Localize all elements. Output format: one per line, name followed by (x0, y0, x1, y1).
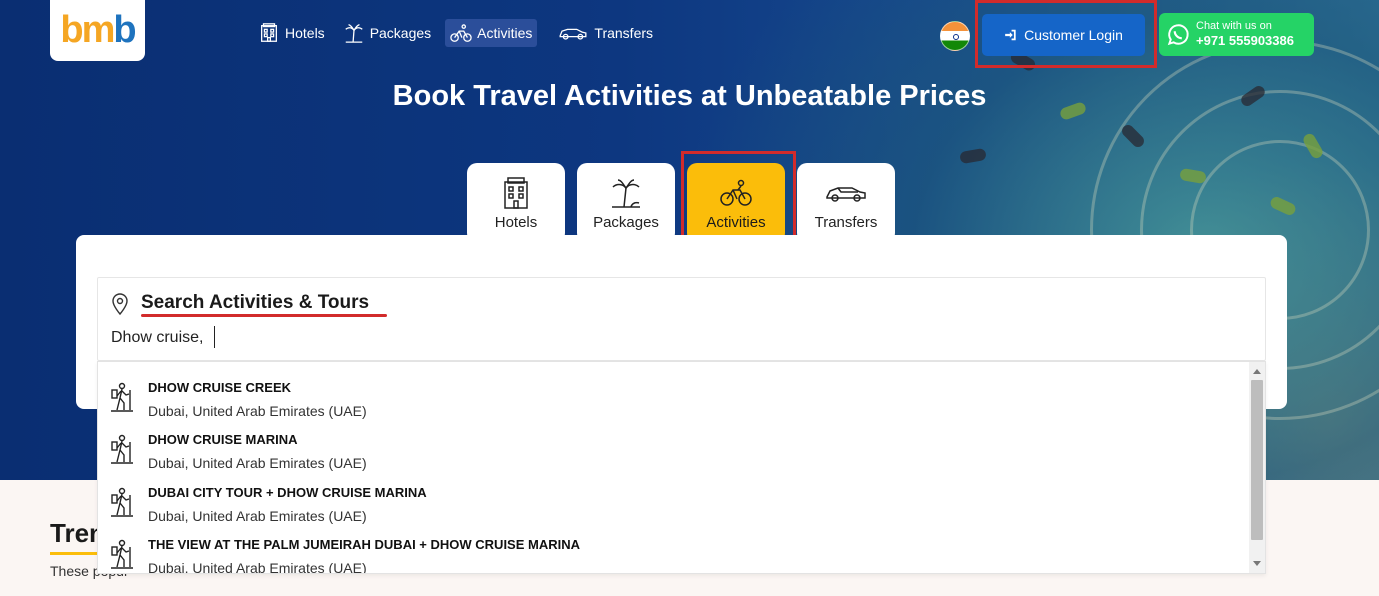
logo-text-part2: b (113, 9, 136, 51)
hero-headline: Book Travel Activities at Unbeatable Pri… (392, 80, 987, 112)
result-location: Dubai, United Arab Emirates (UAE) (148, 560, 367, 574)
hiker-icon (111, 382, 133, 412)
highlight-underline (141, 314, 387, 317)
top-navigation: Hotels Packages Activities Transfers (254, 19, 657, 47)
hotel-icon (504, 176, 528, 209)
whatsapp-icon (1167, 23, 1189, 45)
search-input[interactable] (111, 326, 711, 350)
nav-transfers[interactable]: Transfers (553, 19, 657, 47)
login-icon (1005, 29, 1016, 41)
nav-activities-label: Activities (477, 25, 533, 41)
car-icon (826, 186, 866, 202)
tab-hotels[interactable]: Hotels (467, 163, 565, 243)
list-item[interactable]: DHOW CRUISE MARINA Dubai, United Arab Em… (98, 414, 1248, 471)
result-title: DUBAI CITY TOUR + DHOW CRUISE MARINA (148, 485, 427, 500)
scroll-up-arrow-icon[interactable] (1253, 369, 1261, 374)
customer-login-label: Customer Login (1024, 27, 1123, 43)
nav-hotels[interactable]: Hotels (254, 19, 329, 47)
hiker-icon (111, 487, 133, 517)
hotel-icon (261, 23, 277, 42)
hiker-icon (111, 539, 133, 569)
palm-tree-icon (344, 24, 363, 43)
list-item[interactable]: THE VIEW AT THE PALM JUMEIRAH DUBAI + DH… (98, 519, 1248, 574)
nav-packages-label: Packages (369, 25, 432, 41)
search-suggestions-dropdown: DHOW CRUISE CREEK Dubai, United Arab Emi… (97, 361, 1266, 574)
nav-transfers-label: Transfers (594, 25, 654, 41)
tab-packages-label: Packages (593, 213, 659, 231)
nav-packages[interactable]: Packages (339, 19, 435, 47)
tab-packages[interactable]: Packages (577, 163, 675, 243)
location-pin-icon (112, 293, 128, 316)
nav-activities[interactable]: Activities (445, 19, 538, 47)
result-title: DHOW CRUISE MARINA (148, 432, 298, 447)
list-item[interactable]: DUBAI CITY TOUR + DHOW CRUISE MARINA Dub… (98, 467, 1248, 524)
logo-text-part1: bm (60, 9, 115, 51)
whatsapp-chat-button[interactable]: Chat with us on +971 555903386 (1159, 13, 1314, 56)
result-title: DHOW CRUISE CREEK (148, 380, 292, 395)
result-title: THE VIEW AT THE PALM JUMEIRAH DUBAI + DH… (148, 537, 581, 552)
tab-hotels-label: Hotels (494, 213, 538, 231)
nav-hotels-label: Hotels (285, 25, 325, 41)
customer-login-button[interactable]: Customer Login (982, 14, 1145, 56)
scrollbar-thumb[interactable] (1251, 380, 1263, 540)
scroll-down-arrow-icon[interactable] (1253, 561, 1261, 566)
dropdown-scrollbar[interactable] (1249, 362, 1265, 573)
cyclist-icon (450, 24, 472, 42)
india-flag-icon[interactable] (940, 21, 970, 51)
search-field-label: Search Activities & Tours (141, 292, 370, 313)
skydiver-decoration (959, 147, 987, 165)
hiker-icon (111, 434, 133, 464)
whatsapp-line1: Chat with us on (1196, 20, 1272, 32)
car-icon (559, 28, 587, 40)
whatsapp-phone: +971 555903386 (1196, 33, 1294, 48)
tab-transfers-label: Transfers (814, 213, 878, 231)
tab-transfers[interactable]: Transfers (797, 163, 895, 243)
list-item[interactable]: DHOW CRUISE CREEK Dubai, United Arab Emi… (98, 362, 1248, 419)
search-field[interactable]: Search Activities & Tours (97, 277, 1266, 361)
text-caret (214, 326, 215, 348)
brand-logo[interactable]: bm b (50, 0, 145, 61)
flag-chakra (953, 34, 959, 40)
palm-tree-icon (612, 178, 640, 208)
